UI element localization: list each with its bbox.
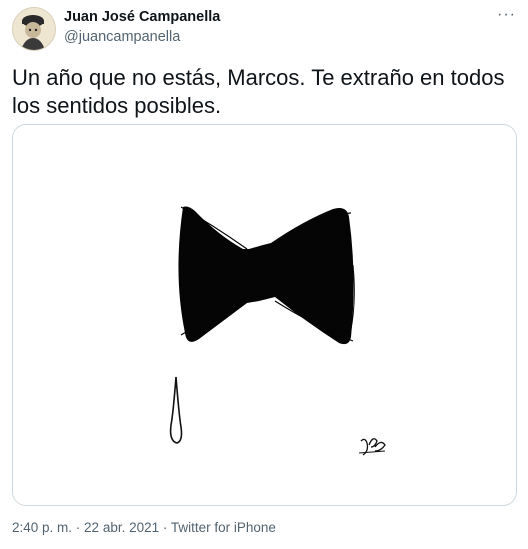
separator: · — [72, 520, 85, 535]
tweet-source[interactable]: Twitter for iPhone — [171, 520, 276, 535]
author-name[interactable]: Juan José Campanella — [64, 9, 220, 25]
tweet-time[interactable]: 2:40 p. m. — [12, 520, 72, 535]
tweet-metadata: 2:40 p. m. · 22 abr. 2021 · Twitter for … — [12, 520, 276, 535]
avatar[interactable] — [12, 7, 56, 51]
tweet-date[interactable]: 22 abr. 2021 — [84, 520, 159, 535]
more-options-icon[interactable]: ··· — [497, 6, 516, 24]
author-handle[interactable]: @juancampanella — [64, 29, 180, 45]
tweet-media[interactable] — [12, 124, 517, 506]
separator: · — [159, 520, 171, 535]
bow-tie-drawing — [169, 206, 386, 456]
tweet-text: Un año que no estás, Marcos. Te extraño … — [12, 65, 505, 118]
